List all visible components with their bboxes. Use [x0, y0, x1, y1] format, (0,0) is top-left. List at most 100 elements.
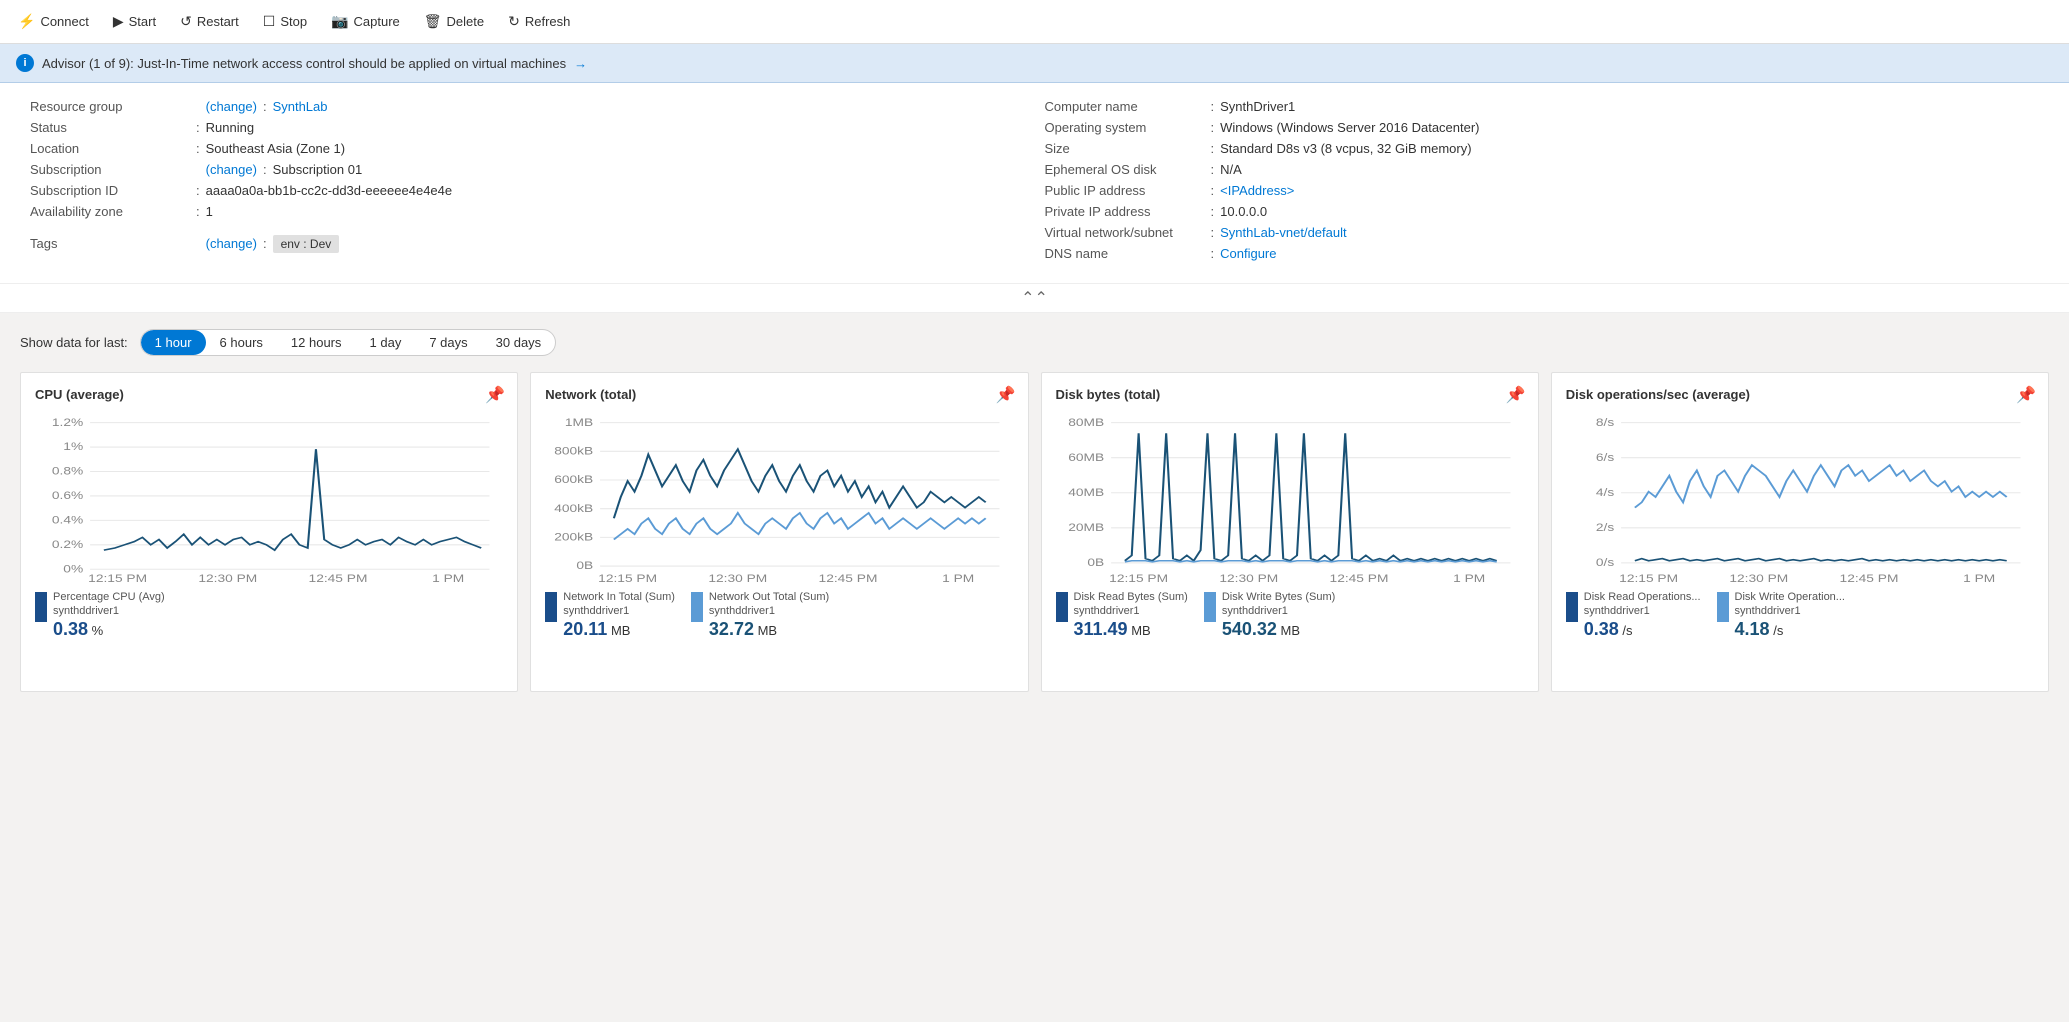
- disk-write-bytes-legend-item: Disk Write Bytes (Sum)synthddriver1 540.…: [1204, 590, 1335, 640]
- network-out-value: 32.72: [709, 619, 754, 639]
- cpu-value: 0.38: [53, 619, 88, 639]
- disk-read-ops-value: 0.38: [1584, 619, 1619, 639]
- availability-zone-label: Availability zone: [30, 204, 190, 219]
- computer-name-value: SynthDriver1: [1220, 99, 1295, 114]
- network-in-value: 20.11: [563, 619, 607, 639]
- public-ip-row: Public IP address : <IPAddress>: [1045, 183, 2040, 198]
- delete-icon: 🗑: [424, 13, 442, 30]
- svg-text:0/s: 0/s: [1596, 557, 1614, 569]
- restart-icon: ↺: [180, 13, 192, 30]
- dns-row: DNS name : Configure: [1045, 246, 2040, 261]
- metrics-header: Show data for last: 1 hour 6 hours 12 ho…: [20, 329, 2049, 356]
- tag-value: env : Dev: [281, 237, 332, 251]
- network-in-legend-bar: [545, 592, 557, 622]
- svg-text:0.8%: 0.8%: [52, 465, 83, 477]
- cpu-pin-icon[interactable]: 📌: [485, 385, 505, 405]
- disk-write-ops-legend-bar: [1717, 592, 1729, 622]
- ephemeral-label: Ephemeral OS disk: [1045, 162, 1205, 177]
- info-left: Resource group (change) : SynthLab Statu…: [20, 99, 1035, 267]
- network-legend: Network In Total (Sum)synthddriver1 20.1…: [545, 590, 1013, 640]
- svg-text:12:30 PM: 12:30 PM: [198, 572, 257, 582]
- svg-text:12:45 PM: 12:45 PM: [1329, 572, 1388, 582]
- disk-read-ops-legend-item: Disk Read Operations...synthddriver1 0.3…: [1566, 590, 1701, 640]
- connect-button[interactable]: ⚡ Connect: [8, 7, 99, 36]
- capture-icon: 📷: [331, 13, 348, 30]
- disk-write-bytes-legend-bar: [1204, 592, 1216, 622]
- cpu-chart-title: CPU (average): [35, 387, 503, 402]
- network-chart-title: Network (total): [545, 387, 1013, 402]
- disk-bytes-chart-card: Disk bytes (total) 📌 80MB 60MB 40MB 20MB…: [1041, 372, 1539, 692]
- vnet-value[interactable]: SynthLab-vnet/default: [1220, 225, 1346, 240]
- svg-text:40MB: 40MB: [1068, 486, 1104, 498]
- cpu-unit: %: [92, 623, 104, 638]
- time-6hours[interactable]: 6 hours: [206, 330, 277, 355]
- disk-read-ops-unit: /s: [1622, 623, 1632, 638]
- tags-row: Tags (change) : env : Dev: [30, 235, 1025, 253]
- disk-write-ops-unit: /s: [1773, 623, 1783, 638]
- collapse-bar[interactable]: ⌃⌃: [0, 284, 2069, 313]
- network-chart-card: Network (total) 📌 1MB 800kB 600kB 400kB …: [530, 372, 1028, 692]
- network-chart-svg-wrap: 1MB 800kB 600kB 400kB 200kB 0B 12:15 PM …: [545, 412, 1013, 582]
- svg-text:12:30 PM: 12:30 PM: [1219, 572, 1278, 582]
- svg-text:12:15 PM: 12:15 PM: [88, 572, 147, 582]
- banner-link[interactable]: →: [574, 56, 587, 71]
- time-12hours[interactable]: 12 hours: [277, 330, 356, 355]
- resource-group-change[interactable]: (change): [206, 99, 257, 114]
- time-7days[interactable]: 7 days: [415, 330, 481, 355]
- tags-label: Tags: [30, 236, 190, 251]
- tags-change[interactable]: (change): [206, 236, 257, 251]
- restart-button[interactable]: ↺ Restart: [170, 7, 249, 36]
- dns-value[interactable]: Configure: [1220, 246, 1276, 261]
- capture-button[interactable]: 📷 Capture: [321, 7, 410, 36]
- resource-group-label: Resource group: [30, 99, 190, 114]
- disk-ops-pin-icon[interactable]: 📌: [2016, 385, 2036, 405]
- os-row: Operating system : Windows (Windows Serv…: [1045, 120, 2040, 135]
- svg-text:1MB: 1MB: [565, 416, 593, 428]
- refresh-button[interactable]: ↻ Refresh: [498, 7, 580, 36]
- time-1day[interactable]: 1 day: [356, 330, 416, 355]
- svg-text:20MB: 20MB: [1068, 521, 1104, 533]
- stop-button[interactable]: ☐ Stop: [253, 7, 317, 36]
- stop-icon: ☐: [263, 13, 276, 30]
- metrics-section: Show data for last: 1 hour 6 hours 12 ho…: [0, 313, 2069, 708]
- resource-group-value[interactable]: SynthLab: [273, 99, 328, 114]
- public-ip-value[interactable]: <IPAddress>: [1220, 183, 1294, 198]
- disk-bytes-svg: 80MB 60MB 40MB 20MB 0B 12:15 PM 12:30 PM…: [1056, 412, 1524, 582]
- disk-bytes-pin-icon[interactable]: 📌: [1506, 385, 1526, 405]
- tag-badge: env : Dev: [273, 235, 340, 253]
- svg-text:2/s: 2/s: [1596, 521, 1614, 533]
- dns-label: DNS name: [1045, 246, 1205, 261]
- subscription-change[interactable]: (change): [206, 162, 257, 177]
- refresh-icon: ↻: [508, 13, 520, 30]
- status-label: Status: [30, 120, 190, 135]
- delete-button[interactable]: 🗑 Delete: [414, 7, 494, 36]
- disk-write-ops-legend-item: Disk Write Operation...synthddriver1 4.1…: [1717, 590, 1845, 640]
- disk-read-bytes-legend-bar: [1056, 592, 1068, 622]
- svg-text:12:30 PM: 12:30 PM: [709, 572, 768, 582]
- location-value: Southeast Asia (Zone 1): [206, 141, 345, 156]
- network-pin-icon[interactable]: 📌: [996, 385, 1016, 405]
- subscription-row: Subscription (change) : Subscription 01: [30, 162, 1025, 177]
- svg-text:12:45 PM: 12:45 PM: [819, 572, 878, 582]
- disk-ops-chart-card: Disk operations/sec (average) 📌 8/s 6/s …: [1551, 372, 2049, 692]
- svg-text:1%: 1%: [63, 441, 83, 453]
- svg-text:12:15 PM: 12:15 PM: [1109, 572, 1168, 582]
- cpu-legend: Percentage CPU (Avg)synthddriver1 0.38 %: [35, 590, 503, 640]
- subscription-label: Subscription: [30, 162, 190, 177]
- subscription-id-value: aaaa0a0a-bb1b-cc2c-dd3d-eeeeee4e4e4e: [206, 183, 453, 198]
- svg-text:60MB: 60MB: [1068, 451, 1104, 463]
- cpu-chart-card: CPU (average) 📌 1.2% 1% 0.8% 0.6%: [20, 372, 518, 692]
- private-ip-value: 10.0.0.0: [1220, 204, 1267, 219]
- disk-write-bytes-unit: MB: [1281, 623, 1301, 638]
- time-1hour[interactable]: 1 hour: [141, 330, 206, 355]
- time-30days[interactable]: 30 days: [482, 330, 556, 355]
- resource-group-row: Resource group (change) : SynthLab: [30, 99, 1025, 114]
- banner-text: Advisor (1 of 9): Just-In-Time network a…: [42, 56, 566, 71]
- start-button[interactable]: ▶ Start: [103, 7, 166, 36]
- connect-icon: ⚡: [18, 13, 35, 30]
- svg-text:0%: 0%: [63, 563, 83, 575]
- vnet-row: Virtual network/subnet : SynthLab-vnet/d…: [1045, 225, 2040, 240]
- svg-text:1 PM: 1 PM: [432, 572, 464, 582]
- svg-text:800kB: 800kB: [554, 445, 593, 457]
- location-row: Location : Southeast Asia (Zone 1): [30, 141, 1025, 156]
